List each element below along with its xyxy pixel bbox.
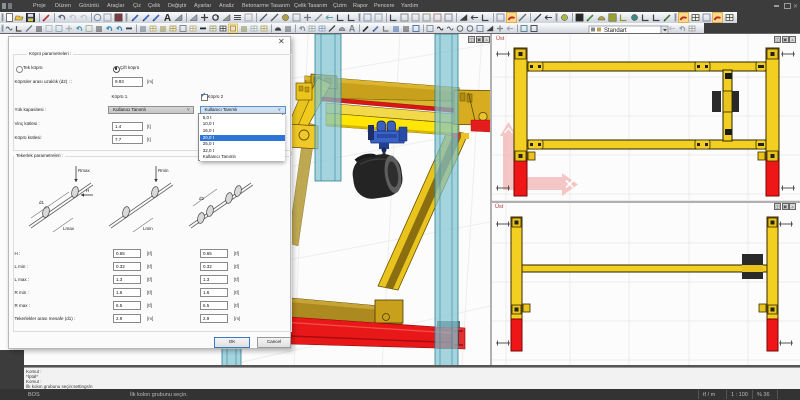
svg-text:Lmax: Lmax xyxy=(63,226,75,231)
svg-text:Rmax: Rmax xyxy=(78,168,91,173)
svg-text:Lmin: Lmin xyxy=(143,226,153,231)
svg-text:d1: d1 xyxy=(39,200,45,205)
svg-text:A: A xyxy=(164,13,171,24)
svg-text:d2: d2 xyxy=(199,196,205,201)
svg-text:Rmin: Rmin xyxy=(158,168,169,173)
svg-text:H: H xyxy=(86,188,89,193)
svg-text:A: A xyxy=(349,23,356,33)
